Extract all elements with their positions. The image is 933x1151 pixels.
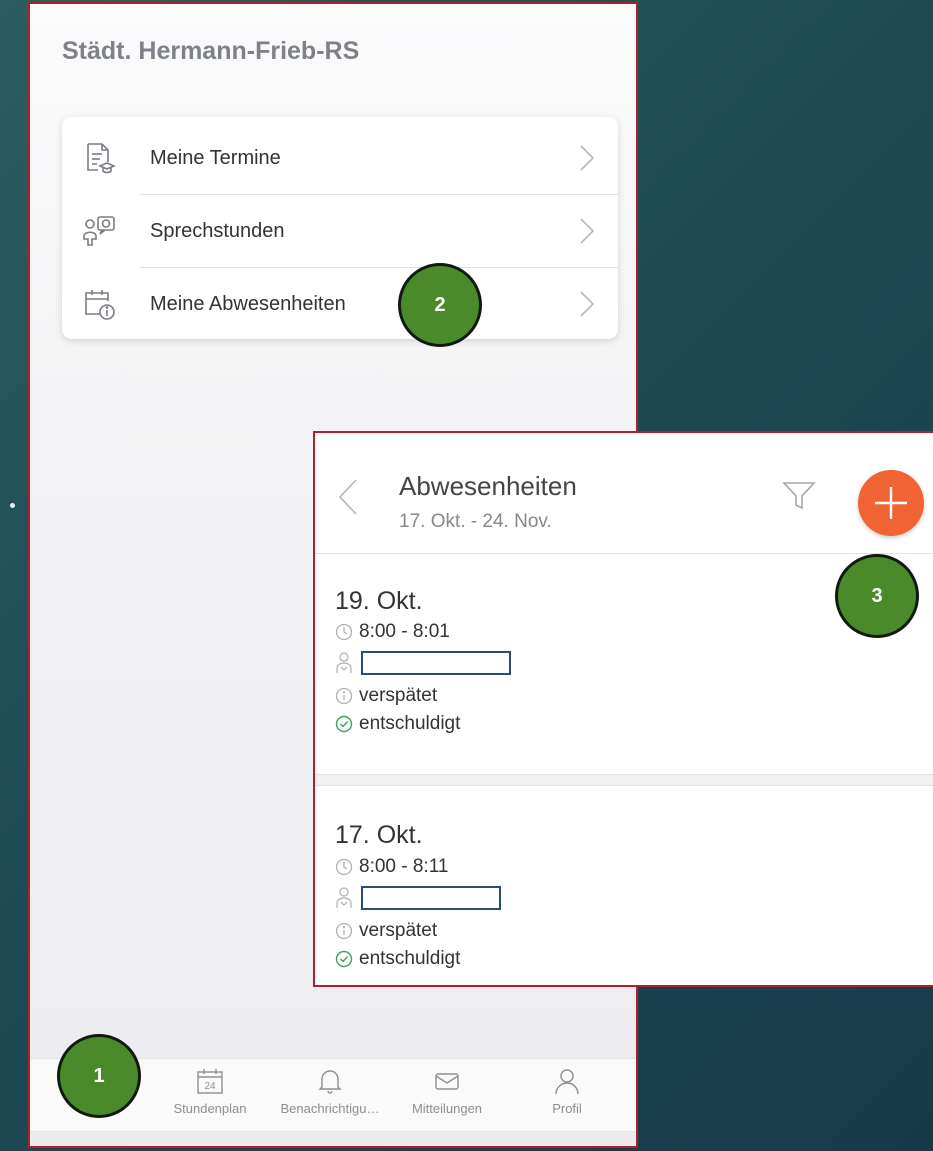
chevron-right-icon	[580, 291, 594, 317]
appointment-document-icon	[87, 143, 116, 174]
nav-tab-label: Mitteilungen	[411, 1101, 483, 1116]
redacted-name	[361, 886, 501, 910]
absence-status-row: verspätet	[335, 920, 437, 942]
info-icon	[335, 687, 353, 705]
absences-header: Abwesenheiten 17. Okt. - 24. Nov.	[315, 433, 933, 554]
absence-excuse-row: entschuldigt	[335, 713, 460, 735]
nav-bottom-line	[30, 1131, 636, 1132]
back-chevron-icon[interactable]	[339, 479, 357, 515]
absence-time-row: 8:00 - 8:01	[335, 621, 450, 643]
absence-excuse-row: entschuldigt	[335, 948, 460, 970]
entry-divider	[315, 774, 933, 786]
absence-status-row: verspätet	[335, 685, 437, 707]
calendar-icon: 24	[197, 1069, 223, 1094]
absence-time: 8:00 - 8:01	[359, 621, 450, 642]
absence-date: 19. Okt.	[335, 587, 423, 615]
absence-excuse: entschuldigt	[359, 948, 461, 969]
chevron-right-icon	[580, 218, 594, 244]
menu-item-label: Meine Termine	[150, 147, 281, 169]
calendar-day-text: 24	[204, 1081, 216, 1092]
nav-tab-label: Stundenplan	[173, 1101, 247, 1116]
clock-icon	[335, 858, 353, 876]
absence-time: 8:00 - 8:11	[359, 856, 449, 877]
absences-title: Abwesenheiten	[399, 471, 577, 501]
filter-icon[interactable]	[781, 477, 817, 513]
add-absence-button[interactable]	[858, 470, 924, 536]
absence-time-row: 8:00 - 8:11	[335, 856, 448, 878]
info-icon	[335, 922, 353, 940]
absence-status: verspätet	[359, 920, 438, 941]
chevron-right-icon	[580, 145, 594, 171]
nav-tab-profil[interactable]: Profil	[512, 1067, 622, 1116]
background-dot	[10, 503, 15, 508]
check-circle-icon	[335, 715, 353, 733]
absence-status: verspätet	[359, 685, 438, 706]
user-icon	[555, 1069, 579, 1095]
nav-tab-benachrichtigungen[interactable]: Benachrichtigu…	[275, 1067, 385, 1116]
callout-marker-1: 1	[57, 1034, 141, 1118]
nav-tab-stundenplan[interactable]: 24 Stundenplan	[155, 1067, 265, 1116]
nav-tab-label: Profil	[552, 1101, 582, 1116]
menu-item-meine-termine[interactable]: Meine Termine	[62, 121, 618, 195]
bell-icon	[318, 1070, 342, 1094]
absence-teacher-row	[335, 886, 501, 910]
nav-tab-label: Benachrichtigu…	[280, 1101, 380, 1116]
absence-excuse: entschuldigt	[359, 713, 461, 734]
menu-item-label: Meine Abwesenheiten	[150, 293, 346, 315]
teacher-icon	[336, 652, 352, 673]
menu-card: Meine Termine Sprechstunden Meine Abwese…	[62, 117, 618, 339]
calendar-info-icon	[85, 290, 115, 320]
plus-icon	[875, 487, 907, 519]
menu-item-meine-abwesenheiten[interactable]: Meine Abwesenheiten	[62, 267, 618, 341]
clock-icon	[335, 623, 353, 641]
consultation-icon	[83, 216, 115, 246]
teacher-icon	[336, 887, 352, 908]
check-circle-icon	[335, 950, 353, 968]
redacted-name	[361, 651, 511, 675]
absence-teacher-row	[335, 651, 511, 675]
menu-item-sprechstunden[interactable]: Sprechstunden	[62, 194, 618, 268]
callout-marker-2: 2	[398, 263, 482, 347]
envelope-icon	[435, 1073, 459, 1090]
callout-marker-3: 3	[835, 554, 919, 638]
absences-date-range: 17. Okt. - 24. Nov.	[399, 511, 552, 532]
menu-item-label: Sprechstunden	[150, 220, 285, 242]
school-title: Städt. Hermann-Frieb-RS	[62, 37, 360, 65]
absence-date: 17. Okt.	[335, 821, 423, 849]
absences-screen: Abwesenheiten 17. Okt. - 24. Nov. 19. Ok…	[313, 431, 933, 987]
nav-tab-mitteilungen[interactable]: Mitteilungen	[392, 1067, 502, 1116]
